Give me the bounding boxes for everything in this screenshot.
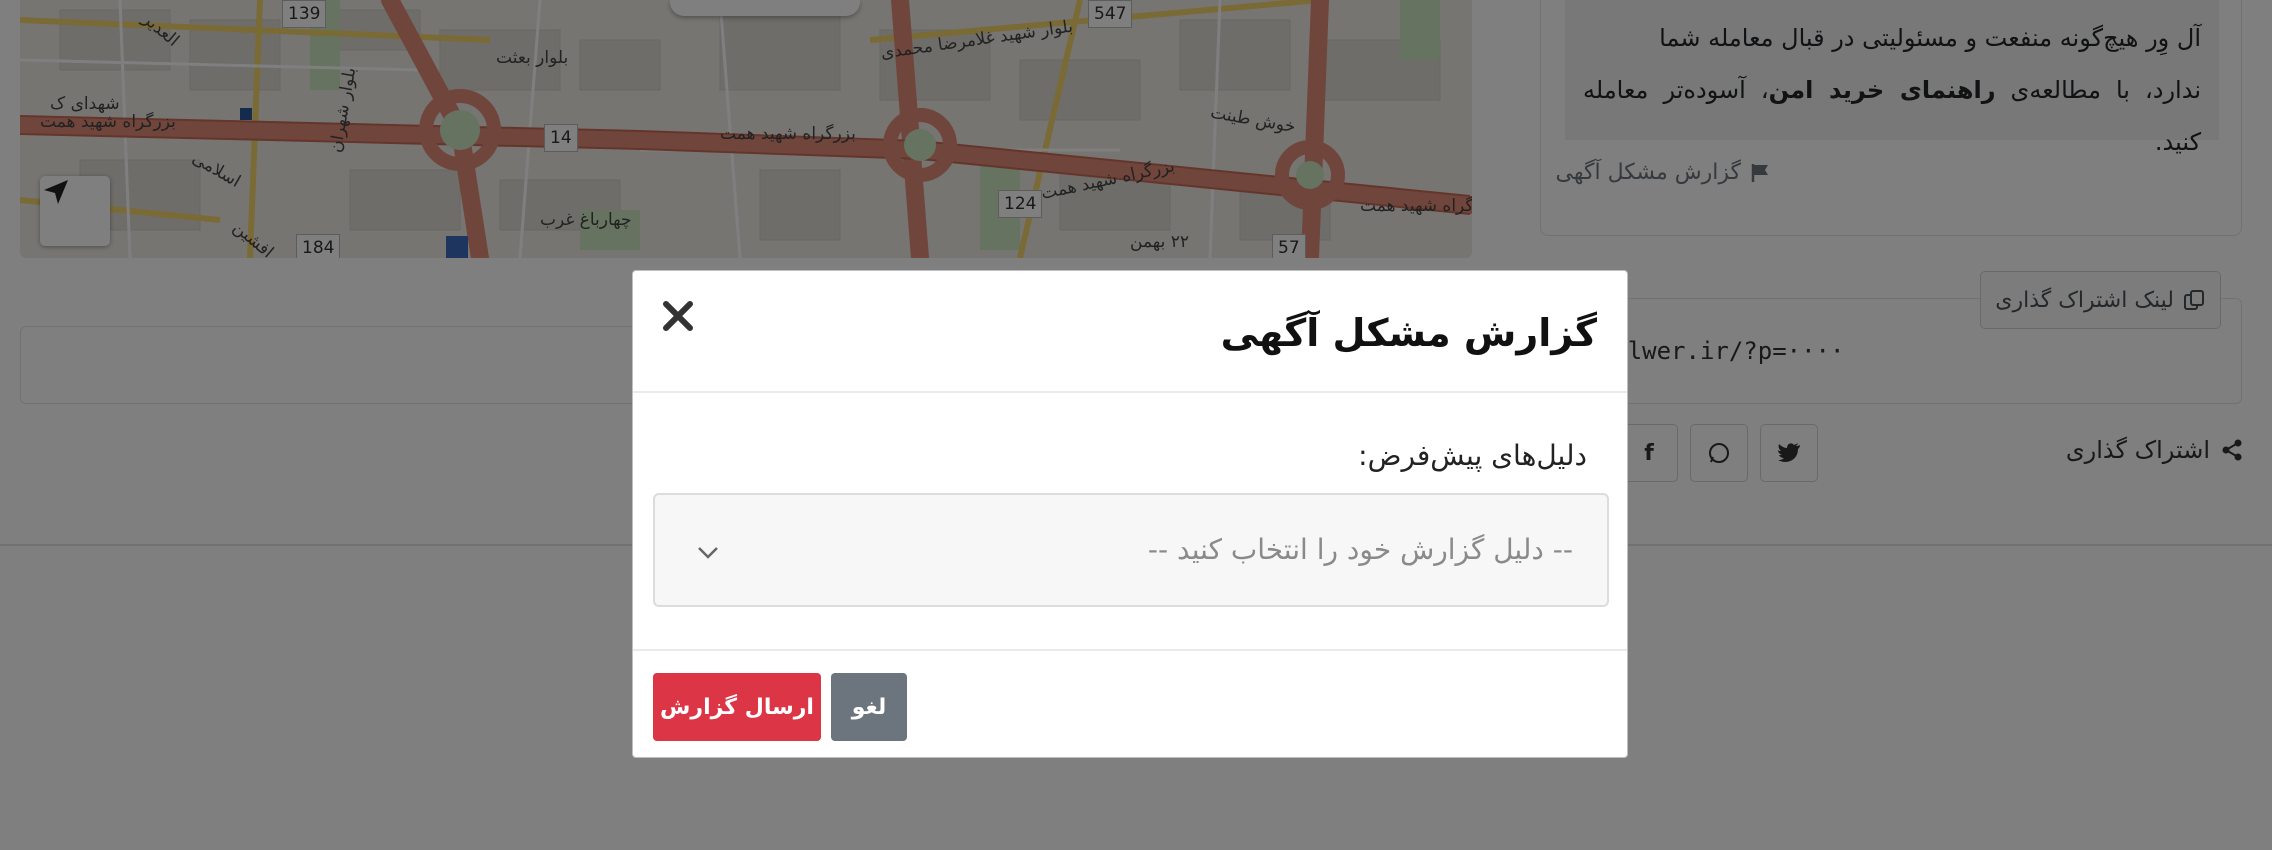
report-reason-placeholder: -- دلیل گزارش خود را انتخاب کنید -- (1147, 533, 1573, 566)
cancel-button[interactable]: لغو (831, 673, 907, 741)
report-reason-select[interactable]: -- دلیل گزارش خود را انتخاب کنید -- (653, 493, 1609, 607)
report-ad-modal: گزارش مشکل آگهی دلیل‌های پیش‌فرض: -- دلی… (632, 270, 1628, 758)
modal-header: گزارش مشکل آگهی (633, 271, 1627, 393)
close-icon (663, 301, 693, 331)
chevron-down-icon (698, 547, 718, 559)
submit-report-button[interactable]: ارسال گزارش (653, 673, 821, 741)
modal-body: دلیل‌های پیش‌فرض: -- دلیل گزارش خود را ا… (633, 393, 1627, 621)
default-reasons-label: دلیل‌های پیش‌فرض: (1358, 439, 1587, 472)
modal-footer: لغو ارسال گزارش (633, 649, 1627, 759)
modal-title: گزارش مشکل آگهی (1220, 311, 1597, 355)
modal-close-button[interactable] (653, 291, 703, 341)
